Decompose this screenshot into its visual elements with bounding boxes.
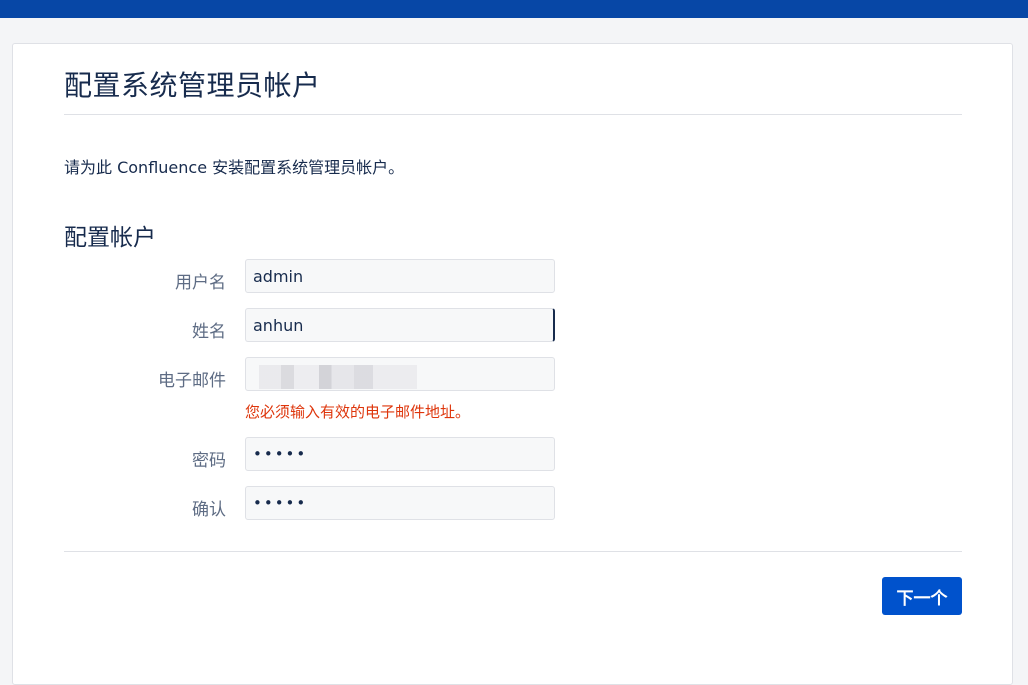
email-error-message: 您必须输入有效的电子邮件地址。: [245, 403, 471, 421]
next-button[interactable]: 下一个: [882, 577, 962, 615]
redaction-overlay: [243, 391, 501, 399]
confirm-password-label: 确认: [192, 500, 226, 520]
password-label: 密码: [192, 451, 226, 471]
page-title: 配置系统管理员帐户: [64, 69, 321, 102]
footer-divider: [64, 551, 962, 552]
redacted-email-value: [259, 365, 417, 389]
setup-card: 配置系统管理员帐户 请为此 Confluence 安装配置系统管理员帐户。 配置…: [12, 43, 1013, 685]
username-label: 用户名: [175, 273, 226, 293]
username-input[interactable]: [245, 259, 555, 293]
fullname-label: 姓名: [192, 322, 226, 342]
password-input[interactable]: [245, 437, 555, 471]
email-label: 电子邮件: [158, 371, 226, 391]
fullname-input[interactable]: [245, 308, 555, 342]
section-title: 配置帐户: [64, 225, 156, 251]
title-divider: [64, 114, 962, 115]
confirm-password-input[interactable]: [245, 486, 555, 520]
intro-text: 请为此 Confluence 安装配置系统管理员帐户。: [64, 158, 405, 177]
top-navigation-bar: [0, 0, 1028, 18]
